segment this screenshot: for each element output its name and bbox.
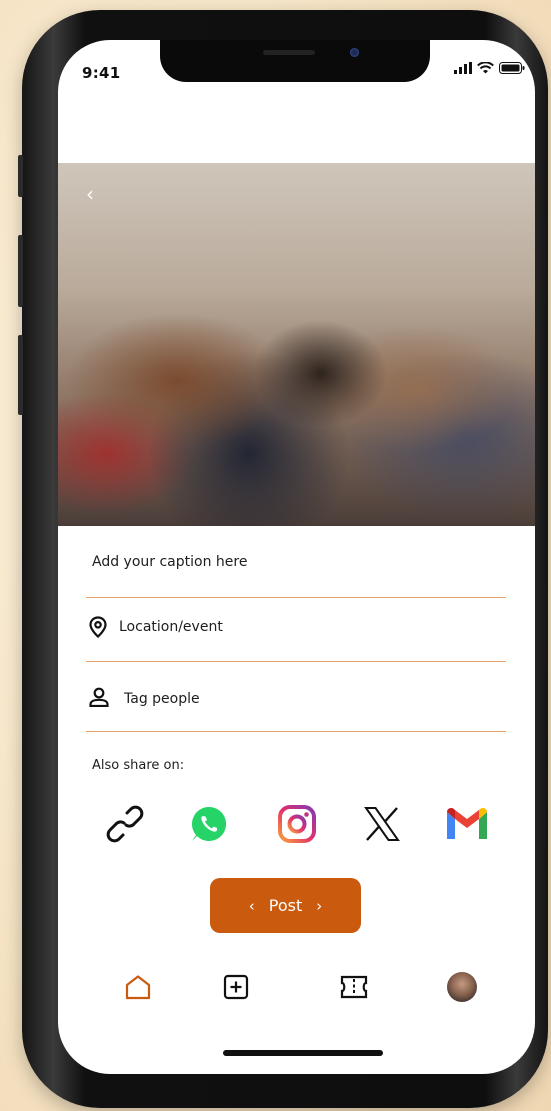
phone-screen: 9:41 ‹ Add your caption here Location/ev… (58, 40, 535, 1074)
person-icon (89, 687, 109, 707)
instagram-icon[interactable] (275, 802, 319, 846)
bottom-nav (58, 970, 535, 1010)
mute-switch (18, 155, 23, 197)
front-camera (350, 48, 359, 57)
status-icons (454, 62, 525, 74)
notch (160, 40, 430, 82)
tag-people-field[interactable]: Tag people (86, 674, 506, 732)
chevron-right-icon: › (316, 896, 323, 915)
tag-people-placeholder: Tag people (124, 691, 200, 707)
gmail-icon[interactable] (445, 802, 489, 846)
post-photo (58, 163, 535, 526)
avatar (447, 972, 477, 1002)
chevron-left-icon: ‹ (248, 896, 255, 915)
share-row (58, 802, 535, 848)
add-post-icon[interactable] (219, 970, 253, 1004)
whatsapp-icon[interactable] (187, 802, 231, 846)
wifi-icon (477, 62, 494, 74)
location-placeholder: Location/event (119, 619, 223, 635)
battery-icon (499, 62, 525, 74)
link-icon[interactable] (103, 802, 147, 846)
post-button-label: Post (268, 896, 303, 915)
location-pin-icon (89, 616, 107, 638)
home-indicator (223, 1050, 383, 1056)
signal-icon (454, 62, 472, 74)
ticket-icon[interactable] (337, 970, 371, 1004)
volume-up-button (18, 235, 23, 307)
post-button[interactable]: ‹ Post › (210, 878, 361, 933)
back-icon[interactable]: ‹ (86, 182, 94, 206)
caption-placeholder: Add your caption here (92, 554, 248, 570)
caption-field[interactable]: Add your caption here (86, 540, 506, 598)
location-field[interactable]: Location/event (86, 608, 506, 662)
status-time: 9:41 (82, 64, 121, 82)
volume-down-button (18, 335, 23, 415)
home-icon[interactable] (121, 970, 155, 1004)
share-label: Also share on: (92, 758, 185, 773)
profile-avatar[interactable] (445, 970, 479, 1004)
speaker (263, 50, 315, 55)
x-icon[interactable] (360, 802, 404, 846)
